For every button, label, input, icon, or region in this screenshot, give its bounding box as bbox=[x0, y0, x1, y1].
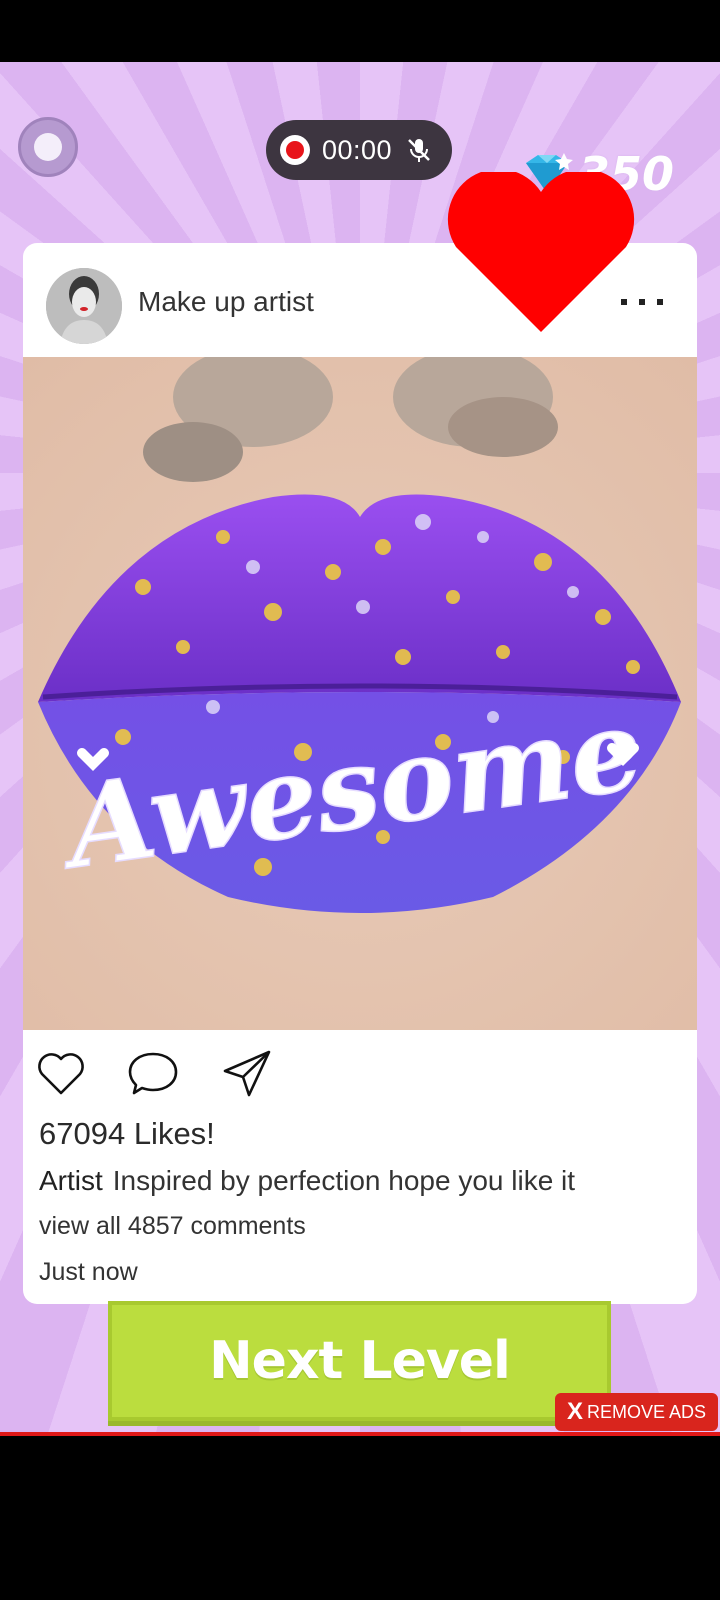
navigation-bar bbox=[0, 1436, 720, 1600]
like-heart-icon[interactable] bbox=[35, 1047, 87, 1099]
next-level-button[interactable]: Next Level bbox=[108, 1301, 611, 1421]
caption-text: Inspired by perfection hope you like it bbox=[112, 1165, 576, 1196]
post-image: Awesome bbox=[23, 357, 697, 1030]
game-area: 00:00 350 Make up artist Awesome 67094 L… bbox=[0, 62, 720, 1432]
post-card: Make up artist Awesome 67094 Likes! Arti… bbox=[23, 243, 697, 1304]
mic-off-icon[interactable] bbox=[404, 135, 434, 165]
likes-count: 67094 Likes! bbox=[39, 1116, 215, 1151]
caption-username[interactable]: Artist bbox=[39, 1165, 103, 1196]
screen-recorder-pill[interactable]: 00:00 bbox=[266, 120, 452, 180]
heart-icon bbox=[447, 172, 635, 332]
send-share-icon[interactable] bbox=[221, 1047, 273, 1099]
remove-ads-label: REMOVE ADS bbox=[586, 1401, 707, 1422]
post-timestamp: Just now bbox=[39, 1258, 138, 1286]
post-caption: Artist Inspired by perfection hope you li… bbox=[39, 1165, 575, 1197]
view-comments-link[interactable]: view all 4857 comments bbox=[39, 1212, 306, 1241]
record-timer: 00:00 bbox=[322, 134, 393, 165]
avatar[interactable] bbox=[46, 268, 122, 344]
close-icon: X bbox=[566, 1398, 583, 1425]
post-actions bbox=[23, 1043, 697, 1103]
record-icon[interactable] bbox=[280, 135, 310, 165]
remove-ads-button[interactable]: X REMOVE ADS bbox=[555, 1393, 718, 1431]
author-name[interactable]: Make up artist bbox=[138, 286, 314, 318]
comment-bubble-icon[interactable] bbox=[127, 1047, 179, 1099]
next-level-label: Next Level bbox=[209, 1331, 511, 1391]
record-toggle-button[interactable] bbox=[18, 117, 78, 177]
status-bar bbox=[0, 0, 720, 62]
